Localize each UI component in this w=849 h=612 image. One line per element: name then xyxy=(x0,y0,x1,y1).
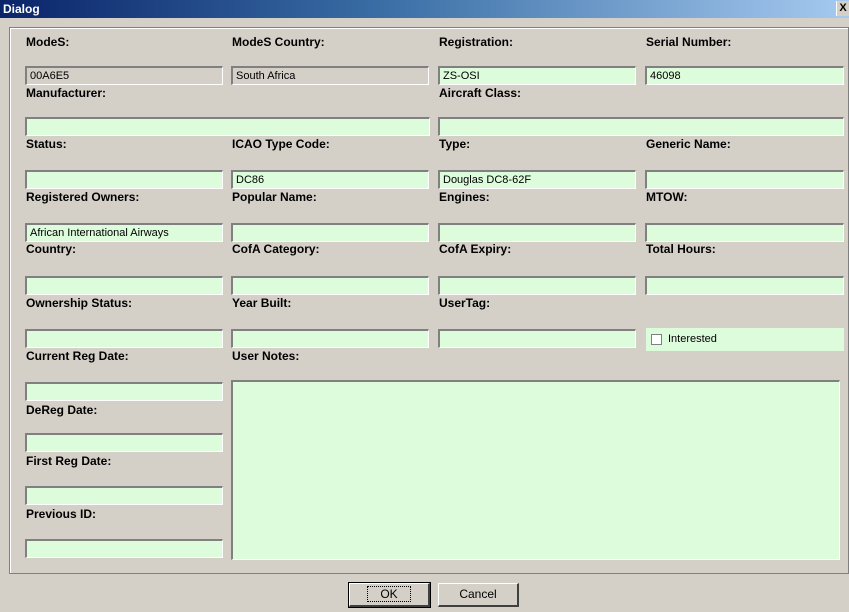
cofa-expiry-label: CofA Expiry: xyxy=(439,242,512,256)
icao-type-code-field[interactable]: DC86 xyxy=(231,170,429,189)
title-bar: Dialog X xyxy=(0,0,849,18)
icao-type-code-label: ICAO Type Code: xyxy=(232,137,330,151)
user-notes-label: User Notes: xyxy=(232,349,300,363)
close-button[interactable]: X xyxy=(836,1,849,16)
aircraft-class-label: Aircraft Class: xyxy=(439,86,522,100)
first-reg-date-label: First Reg Date: xyxy=(26,454,112,468)
interested-label: Interested xyxy=(668,333,717,345)
country-field[interactable] xyxy=(25,276,223,295)
popular-name-field[interactable] xyxy=(231,223,429,242)
engines-field[interactable] xyxy=(438,223,636,242)
previous-id-label: Previous ID: xyxy=(26,507,97,521)
status-label: Status: xyxy=(26,137,67,151)
status-field[interactable] xyxy=(25,170,223,189)
year-built-field[interactable] xyxy=(231,329,429,348)
ok-button[interactable]: OK xyxy=(348,582,431,608)
mtow-field[interactable] xyxy=(645,223,844,242)
generic-name-label: Generic Name: xyxy=(646,137,731,151)
dereg-date-field[interactable] xyxy=(25,433,223,452)
cancel-button[interactable]: Cancel xyxy=(438,583,519,607)
type-label: Type: xyxy=(439,137,471,151)
cofa-category-label: CofA Category: xyxy=(232,242,320,256)
ok-button-label: OK xyxy=(367,586,411,602)
first-reg-date-field[interactable] xyxy=(25,486,223,505)
dereg-date-label: DeReg Date: xyxy=(26,403,98,417)
manufacturer-label: Manufacturer: xyxy=(26,86,107,100)
total-hours-field[interactable] xyxy=(645,276,844,295)
previous-id-field[interactable] xyxy=(25,539,223,558)
modes-field[interactable]: 00A6E5 xyxy=(25,66,223,85)
year-built-label: Year Built: xyxy=(232,296,292,310)
country-label: Country: xyxy=(26,242,76,256)
usertag-field[interactable] xyxy=(438,329,636,348)
serial-number-label: Serial Number: xyxy=(646,35,732,49)
manufacturer-field[interactable] xyxy=(25,117,430,136)
ownership-status-label: Ownership Status: xyxy=(26,296,133,310)
interested-checkbox[interactable] xyxy=(651,334,662,345)
modes-country-field[interactable]: South Africa xyxy=(231,66,429,85)
current-reg-date-field[interactable] xyxy=(25,382,223,401)
window-title: Dialog xyxy=(3,2,40,16)
current-reg-date-label: Current Reg Date: xyxy=(26,349,129,363)
modes-label: ModeS: xyxy=(26,35,70,49)
registered-owners-label: Registered Owners: xyxy=(26,190,140,204)
registration-field[interactable]: ZS-OSI xyxy=(438,66,636,85)
cofa-expiry-field[interactable] xyxy=(438,276,636,295)
interested-checkbox-row[interactable]: Interested xyxy=(646,328,844,351)
mtow-label: MTOW: xyxy=(646,190,688,204)
registration-label: Registration: xyxy=(439,35,514,49)
generic-name-field[interactable] xyxy=(645,170,844,189)
total-hours-label: Total Hours: xyxy=(646,242,716,256)
usertag-label: UserTag: xyxy=(439,296,491,310)
registered-owners-field[interactable]: African International Airways xyxy=(25,223,223,242)
cofa-category-field[interactable] xyxy=(231,276,429,295)
modes-country-label: ModeS Country: xyxy=(232,35,325,49)
popular-name-label: Popular Name: xyxy=(232,190,317,204)
user-notes-textarea[interactable] xyxy=(231,380,840,560)
aircraft-class-field[interactable] xyxy=(438,117,844,136)
ownership-status-field[interactable] xyxy=(25,329,223,348)
type-field[interactable]: Douglas DC8-62F xyxy=(438,170,636,189)
serial-number-field[interactable]: 46098 xyxy=(645,66,844,85)
engines-label: Engines: xyxy=(439,190,490,204)
